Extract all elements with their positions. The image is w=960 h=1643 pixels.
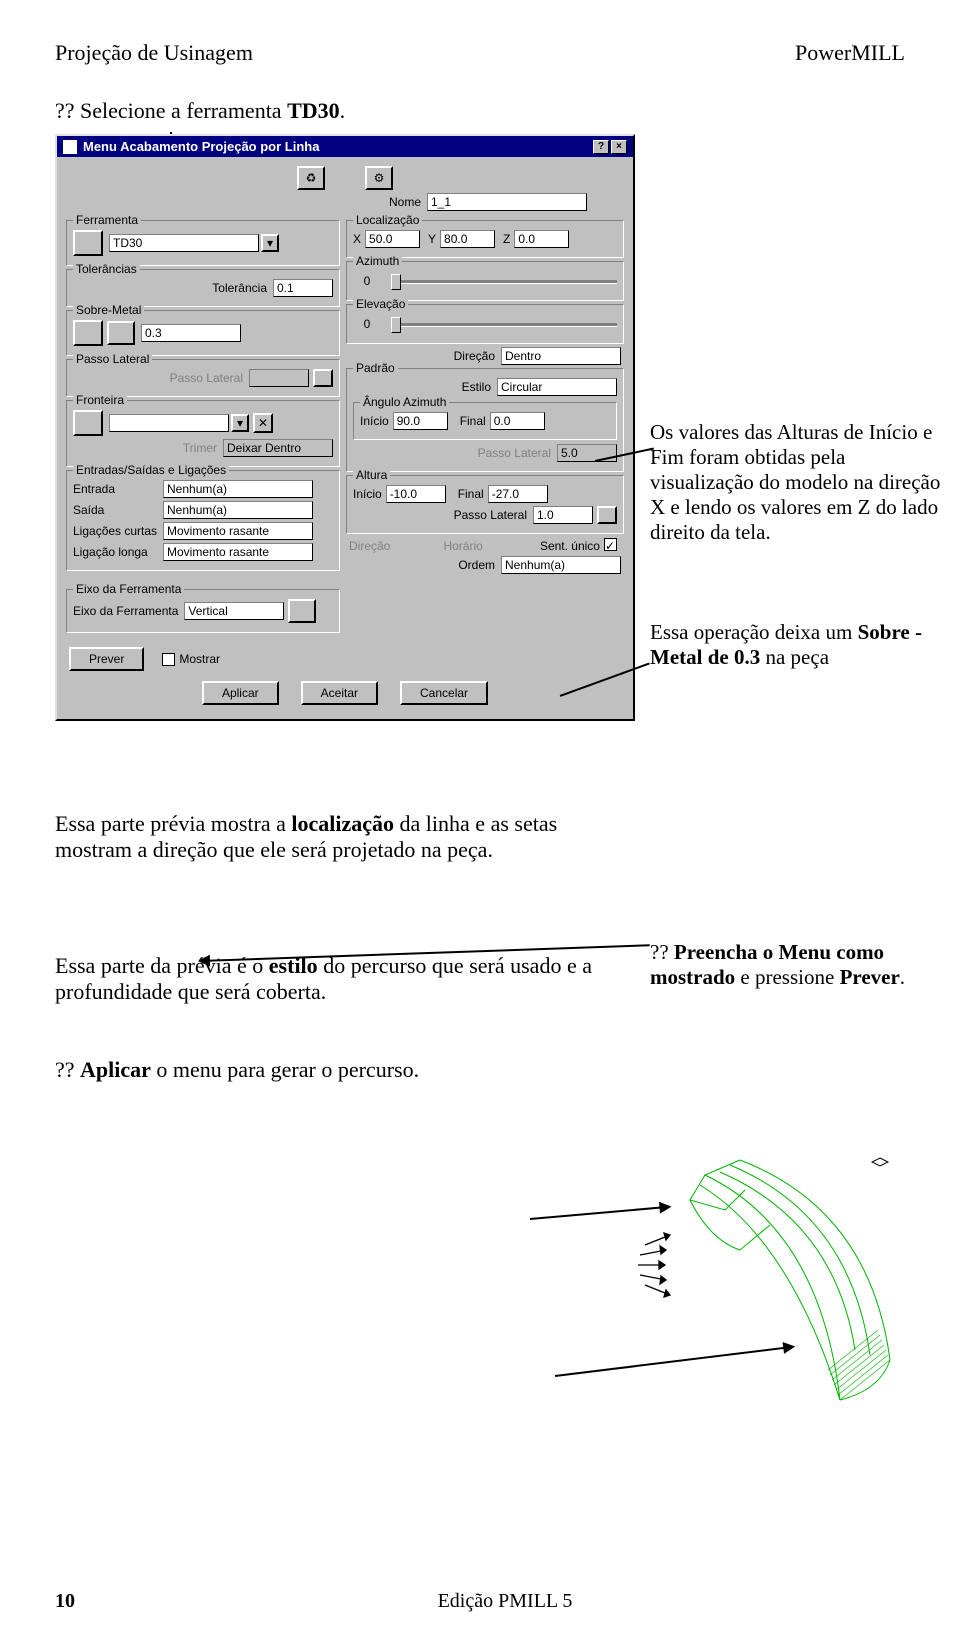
lig-curtas-input[interactable] bbox=[163, 522, 313, 540]
annotation-altura: Os valores das Alturas de Início e Fim f… bbox=[650, 420, 950, 545]
sent-unico-checkbox[interactable]: ✓ bbox=[604, 538, 617, 551]
padrao-passo-input bbox=[557, 444, 617, 462]
group-fronteira: Fronteira ▾ ✕ Trimer bbox=[66, 400, 340, 467]
name-input[interactable] bbox=[427, 193, 587, 211]
altura-inicio-input[interactable] bbox=[386, 485, 446, 503]
tolerance-input[interactable] bbox=[273, 279, 333, 297]
group-sobremetal: Sobre-Metal bbox=[66, 310, 340, 356]
loc-z-input[interactable] bbox=[514, 230, 569, 248]
stepover-browse-icon bbox=[313, 369, 333, 387]
stepover-left-input bbox=[249, 369, 309, 387]
tool-name-input[interactable] bbox=[109, 234, 259, 252]
altura-passo-input[interactable] bbox=[533, 506, 593, 524]
annotation-preencha: ?? Preencha o Menu como mostrado e press… bbox=[650, 940, 950, 990]
altura-final-input[interactable] bbox=[488, 485, 548, 503]
group-angulo-azimuth: Ângulo Azimuth Início Final bbox=[353, 402, 617, 440]
boundary-icon[interactable] bbox=[73, 410, 103, 436]
thickness-icon[interactable] bbox=[73, 320, 103, 346]
group-eixo: Eixo da Ferramenta Eixo da Ferramenta bbox=[66, 589, 340, 633]
mostrar-label: Mostrar bbox=[179, 652, 220, 666]
thickness-input[interactable] bbox=[141, 324, 241, 342]
dialog-icon bbox=[63, 140, 77, 154]
header-product: PowerMILL bbox=[795, 40, 905, 66]
thickness-mode-icon[interactable] bbox=[107, 321, 135, 345]
page-footer: 10 Edição PMILL 5 bbox=[55, 1590, 905, 1613]
elevacao-slider[interactable] bbox=[391, 314, 617, 334]
tool-dropdown-icon[interactable]: ▾ bbox=[261, 234, 279, 252]
paragraph-estilo: Essa parte da prévia é o estilo do percu… bbox=[55, 953, 615, 1005]
instruction-aplicar: ?? Aplicar o menu para gerar o percurso. bbox=[55, 1057, 905, 1083]
saida-input[interactable] bbox=[163, 501, 313, 519]
angulo-inicio-input[interactable] bbox=[393, 412, 448, 430]
trimer-input bbox=[223, 439, 333, 457]
group-azimuth: Azimuth 0 bbox=[346, 261, 624, 301]
aplicar-button[interactable]: Aplicar bbox=[202, 681, 279, 705]
lig-longa-input[interactable] bbox=[163, 543, 313, 561]
close-button[interactable]: × bbox=[611, 140, 627, 154]
page-number: 10 bbox=[55, 1590, 105, 1613]
cancelar-button[interactable]: Cancelar bbox=[400, 681, 488, 705]
group-padrao: Padrão Estilo Ângulo Azimuth Início Fina… bbox=[346, 368, 624, 472]
tool-select-icon[interactable] bbox=[73, 230, 103, 256]
dialog-titlebar: Menu Acabamento Projeção por Linha ? × bbox=[57, 136, 633, 157]
prever-button[interactable]: Prever bbox=[69, 647, 144, 671]
loc-x-input[interactable] bbox=[365, 230, 420, 248]
direcao-input[interactable] bbox=[501, 347, 621, 365]
mostrar-checkbox[interactable] bbox=[162, 653, 175, 666]
help-button[interactable]: ? bbox=[593, 140, 609, 154]
dialog-title: Menu Acabamento Projeção por Linha bbox=[83, 139, 319, 154]
loc-y-input[interactable] bbox=[440, 230, 495, 248]
edition-label: Edição PMILL 5 bbox=[105, 1590, 905, 1613]
ordem-input[interactable] bbox=[501, 556, 621, 574]
group-elevacao: Elevação 0 bbox=[346, 304, 624, 344]
group-tolerancias: Tolerâncias Tolerância bbox=[66, 269, 340, 307]
boundary-clear-icon[interactable]: ✕ bbox=[253, 413, 273, 433]
eixo-config-icon[interactable] bbox=[288, 599, 316, 623]
boundary-input[interactable] bbox=[109, 414, 229, 432]
recycle-icon[interactable]: ♻ bbox=[297, 166, 325, 190]
azimuth-slider[interactable] bbox=[391, 271, 617, 291]
eixo-input[interactable] bbox=[184, 602, 284, 620]
annotation-sobremetal: Essa operação deixa um Sobre - Metal de … bbox=[650, 620, 950, 670]
entrada-input[interactable] bbox=[163, 480, 313, 498]
group-ferramenta: Ferramenta ▾ bbox=[66, 220, 340, 266]
altura-passo-browse-icon[interactable] bbox=[597, 506, 617, 524]
group-localizacao: Localização X Y Z bbox=[346, 220, 624, 258]
boundary-dropdown-icon[interactable]: ▾ bbox=[231, 414, 249, 432]
estilo-input[interactable] bbox=[497, 378, 617, 396]
instruction-select-tool: ?? Selecione a ferramenta TD30. bbox=[55, 98, 905, 124]
projection-finish-dialog: Menu Acabamento Projeção por Linha ? × ♻… bbox=[55, 134, 635, 721]
group-altura: Altura Início Final Passo Lateral bbox=[346, 475, 624, 534]
paragraph-localizacao: Essa parte prévia mostra a localização d… bbox=[55, 811, 585, 863]
angulo-final-input[interactable] bbox=[490, 412, 545, 430]
group-passo-lateral-left: Passo Lateral Passo Lateral bbox=[66, 359, 340, 397]
header-chapter: Projeção de Usinagem bbox=[55, 40, 253, 66]
name-label: Nome bbox=[389, 195, 421, 209]
tool-icon[interactable]: ⚙ bbox=[365, 166, 393, 190]
aceitar-button[interactable]: Aceitar bbox=[301, 681, 378, 705]
group-entradas: Entradas/Saídas e Ligações Entrada Saída… bbox=[66, 470, 340, 571]
